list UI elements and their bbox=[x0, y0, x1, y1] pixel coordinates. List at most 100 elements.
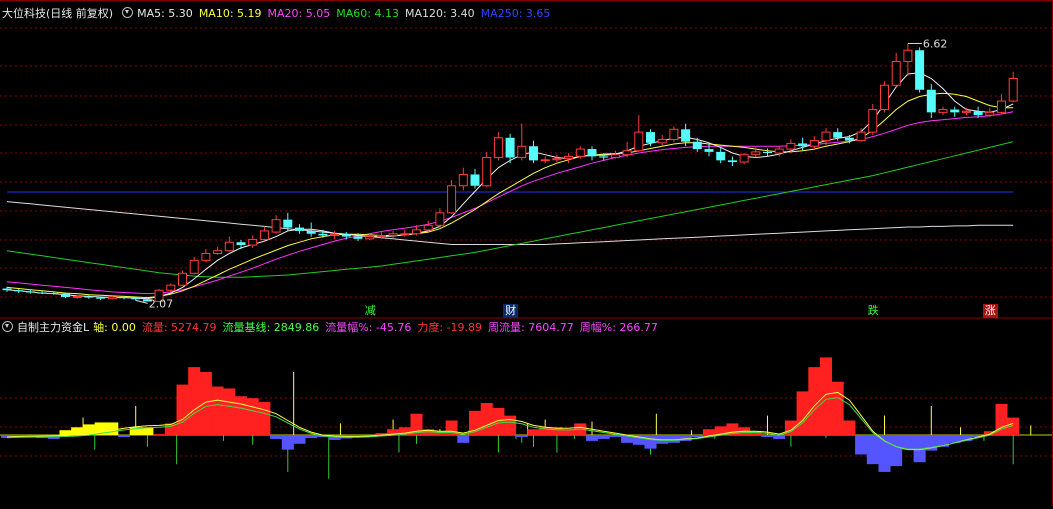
candle-body-down bbox=[306, 230, 316, 234]
candle-body-down bbox=[915, 50, 925, 90]
candle-body-down bbox=[646, 132, 655, 143]
candle-body-up bbox=[856, 131, 866, 142]
candle-body-down bbox=[973, 111, 983, 116]
flow-bar bbox=[71, 427, 84, 436]
candle-body-down bbox=[926, 89, 936, 113]
candle-body-down bbox=[599, 156, 609, 158]
period-label[interactable]: (日线 前复权) bbox=[46, 7, 113, 20]
indicator-legend-item: 周流量: 7604.77 bbox=[488, 321, 574, 334]
candle-body-up bbox=[493, 137, 503, 159]
ma-line-ma10 bbox=[6, 92, 1014, 299]
flow-bar bbox=[597, 435, 610, 439]
ma-legend-item: MA10: 5.19 bbox=[198, 7, 262, 20]
flow-bar bbox=[211, 386, 224, 436]
candle-body-down bbox=[37, 292, 47, 294]
candle-body-up bbox=[610, 154, 620, 159]
flow-bar bbox=[504, 415, 517, 436]
flow-bar bbox=[258, 402, 271, 436]
candle-body-down bbox=[96, 297, 106, 299]
signal-label: 跌 bbox=[867, 304, 879, 317]
indicator-name[interactable]: 自制主力资金L bbox=[17, 321, 89, 334]
candle-body-up bbox=[868, 109, 878, 133]
flow-bar bbox=[305, 435, 318, 438]
flow-bar bbox=[118, 435, 130, 437]
chevron-down-icon[interactable] bbox=[2, 321, 13, 332]
candle-body-down bbox=[716, 151, 726, 161]
flow-bar bbox=[644, 435, 657, 449]
candle-body-down bbox=[61, 293, 70, 298]
flow-bar bbox=[515, 435, 528, 437]
flow-bar bbox=[901, 435, 914, 450]
indicator-legend-item: 流量基线: 2849.86 bbox=[222, 321, 320, 334]
signal-label: 减 bbox=[364, 304, 376, 317]
candle-body-up bbox=[412, 229, 421, 235]
flow-bar bbox=[831, 381, 844, 436]
flow-bar bbox=[492, 407, 505, 436]
flow-bar bbox=[59, 430, 72, 436]
low-price-label: 2.07 bbox=[149, 297, 174, 310]
candle-body-down bbox=[2, 288, 12, 291]
flow-bar bbox=[866, 435, 879, 465]
candle-body-up bbox=[985, 111, 995, 116]
candle-body-up bbox=[540, 159, 550, 162]
flow-bar bbox=[855, 435, 868, 455]
candle-body-up bbox=[575, 148, 585, 157]
candle-body-down bbox=[318, 233, 328, 236]
candle-body-up bbox=[880, 84, 889, 111]
candle-body-up bbox=[423, 224, 433, 231]
candle-body-down bbox=[587, 149, 597, 157]
candle-body-up bbox=[517, 145, 527, 159]
flow-bar bbox=[246, 398, 259, 436]
candle-body-up bbox=[891, 61, 901, 86]
candle-body-up bbox=[634, 131, 644, 152]
candle-body-up bbox=[271, 219, 281, 233]
candle-body-up bbox=[178, 272, 187, 286]
chevron-down-icon[interactable] bbox=[122, 7, 134, 18]
ma-legend-item: MA5: 5.30 bbox=[137, 7, 193, 20]
ma-legend-item: MA60: 4.13 bbox=[336, 7, 399, 20]
flow-bar bbox=[223, 388, 236, 436]
high-price-label: 6.62 bbox=[923, 37, 948, 50]
candle-body-up bbox=[400, 233, 410, 236]
candle-body-up bbox=[482, 157, 492, 187]
indicator-legend: 自制主力资金L 轴: 0.00 流量: 5274.79 流量基线: 2849.86 流量… bbox=[0, 320, 670, 336]
candle-body-down bbox=[692, 141, 702, 150]
candle-body-up bbox=[376, 234, 386, 238]
candle-body-up bbox=[447, 185, 457, 214]
candle-body-up bbox=[435, 212, 445, 226]
candle-body-up bbox=[201, 253, 211, 261]
flow-bar bbox=[820, 357, 832, 436]
flow-bar bbox=[457, 435, 470, 443]
candle-body-down bbox=[844, 137, 854, 141]
ma-line-ma120 bbox=[6, 201, 1014, 245]
candle-body-up bbox=[809, 140, 819, 147]
candle-body-down bbox=[704, 149, 714, 152]
candle-body-up bbox=[213, 250, 223, 255]
candle-body-down bbox=[681, 129, 691, 142]
indicator-legend-item: 周幅%: 266.77 bbox=[579, 321, 658, 334]
flow-bar bbox=[691, 435, 704, 437]
ma-line-ma5 bbox=[6, 72, 1014, 300]
flow-bar bbox=[586, 435, 598, 441]
indicator-legend-item: 力度: -19.89 bbox=[417, 321, 483, 334]
flow-bar bbox=[176, 384, 189, 436]
signal-label: 财 bbox=[503, 304, 519, 318]
flow-bar bbox=[235, 396, 247, 436]
indicator-legend-item: 流量: 5274.79 bbox=[141, 321, 217, 334]
stock-name[interactable]: 大位科技 bbox=[2, 7, 46, 20]
candle-body-down bbox=[341, 234, 351, 237]
flow-bar bbox=[667, 435, 680, 443]
flow-bar bbox=[106, 422, 119, 436]
candle-body-up bbox=[938, 109, 948, 113]
candle-body-down bbox=[84, 296, 94, 298]
candle-body-up bbox=[997, 100, 1006, 113]
signal-label: 涨 bbox=[982, 304, 998, 318]
candle-body-up bbox=[224, 241, 234, 252]
candle-body-up bbox=[961, 110, 971, 113]
ma-legend-item: MA20: 5.05 bbox=[267, 7, 331, 20]
indicator-legend-item: 流量幅%: -45.76 bbox=[325, 321, 412, 334]
candle-body-up bbox=[330, 233, 340, 236]
candle-body-up bbox=[388, 233, 398, 236]
flow-bar bbox=[703, 429, 715, 436]
ma-legend-item: MA120: 3.40 bbox=[404, 7, 475, 20]
